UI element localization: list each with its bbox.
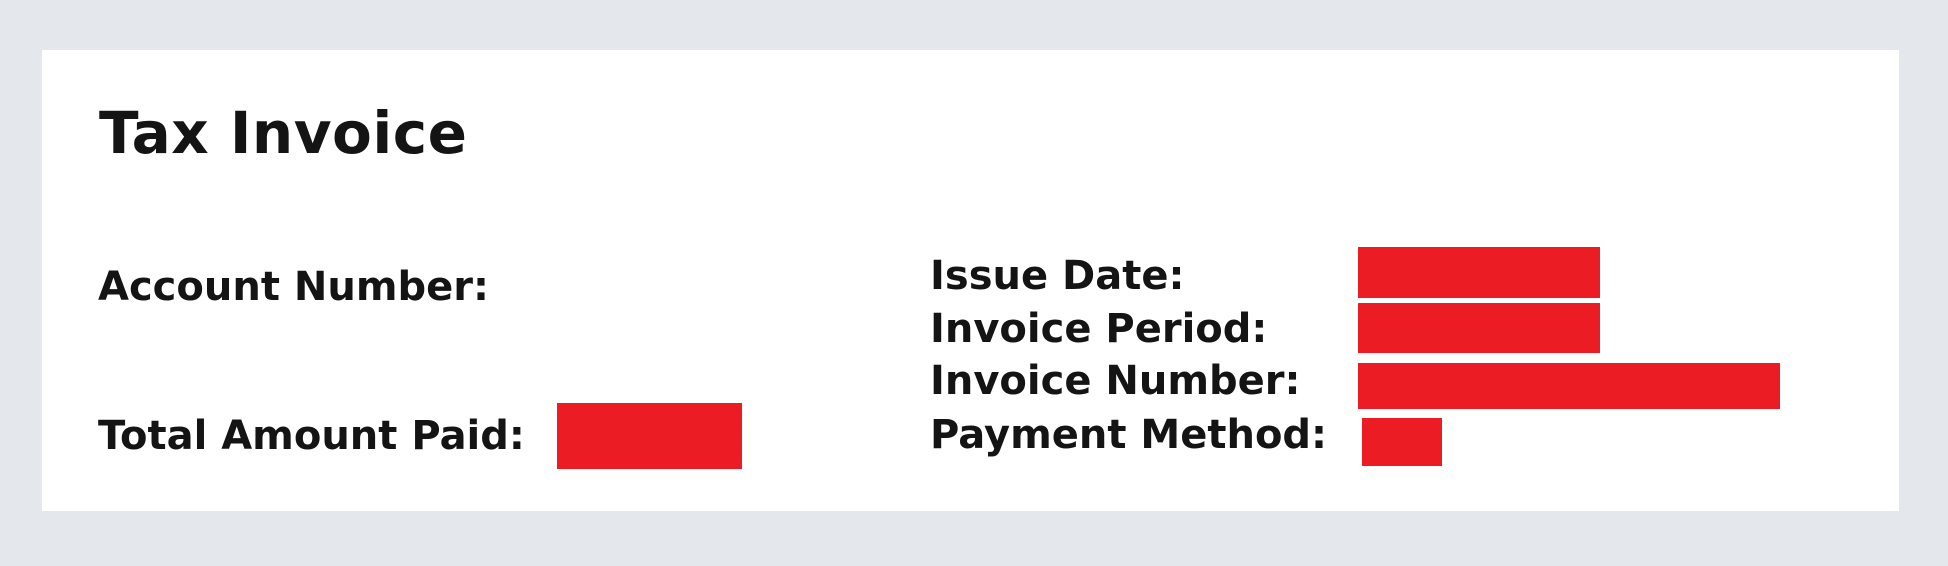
payment-method-redaction [1362,418,1442,466]
invoice-title: Tax Invoice [99,99,468,167]
issue-date-redaction [1358,247,1600,298]
account-number-label: Account Number: [98,264,489,310]
invoice-period-redaction [1358,303,1600,353]
total-amount-paid-label: Total Amount Paid: [98,413,525,459]
invoice-period-label: Invoice Period: [930,306,1268,352]
issue-date-label: Issue Date: [930,253,1185,299]
invoice-card: Tax Invoice Account Number: Total Amount… [42,50,1899,511]
invoice-number-label: Invoice Number: [930,358,1301,404]
payment-method-label: Payment Method: [930,412,1328,458]
total-amount-redaction [557,403,742,469]
invoice-number-redaction [1358,363,1780,409]
